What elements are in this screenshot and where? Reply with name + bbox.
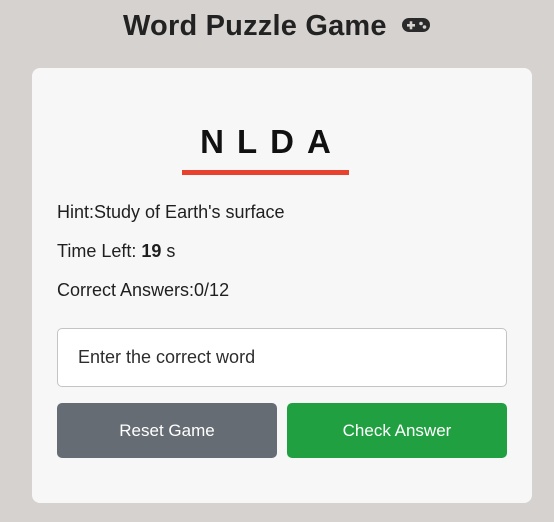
time-left-row: Time Left: 19 s — [57, 239, 175, 263]
check-answer-button[interactable]: Check Answer — [287, 403, 507, 458]
game-card: NLDA Hint:Study of Earth's surface Time … — [32, 68, 532, 503]
hint-label: Hint: — [57, 202, 95, 222]
scrambled-word: NLDA — [182, 120, 349, 175]
hint-row: Hint:Study of Earth's surface — [57, 200, 285, 224]
correct-answers-value: 0/12 — [194, 280, 230, 300]
time-left-unit: s — [161, 241, 176, 261]
correct-answers-label: Correct Answers: — [57, 280, 195, 300]
page-title: Word Puzzle Game — [0, 8, 554, 44]
correct-answers-row: Correct Answers:0/12 — [57, 278, 229, 302]
reset-game-button[interactable]: Reset Game — [57, 403, 277, 458]
time-left-label: Time Left: — [57, 241, 142, 261]
time-left-value: 19 — [141, 241, 162, 261]
page-title-text: Word Puzzle Game — [123, 10, 387, 42]
word-input[interactable] — [57, 328, 507, 387]
hint-text: Study of Earth's surface — [94, 202, 285, 222]
game-controller-icon — [401, 7, 431, 43]
